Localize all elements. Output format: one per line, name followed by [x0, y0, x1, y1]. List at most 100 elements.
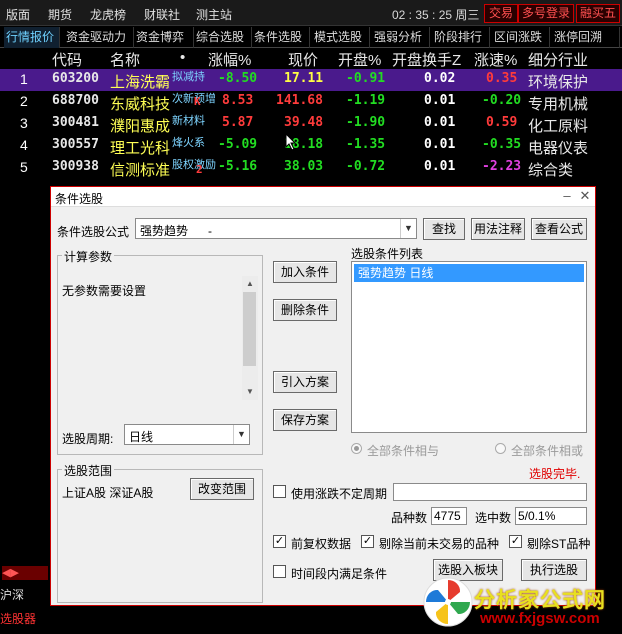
delete-condition-button[interactable]: 删除条件 [273, 299, 337, 321]
selected-value: 5/0.1% [515, 507, 587, 525]
row-index: 5 [20, 159, 28, 175]
skip-st-label: 剔除ST品种 [527, 537, 591, 551]
row-index: 2 [20, 93, 28, 109]
col-name[interactable]: 名称 [110, 49, 140, 69]
col-speed[interactable]: 涨速% [474, 49, 517, 69]
skip-suspended-checkbox[interactable]: ✓ [361, 535, 374, 548]
tab-strength-analysis[interactable]: 强弱分析 [372, 27, 430, 48]
price: 38.03 [284, 159, 324, 174]
formula-label: 条件选股公式 [57, 225, 130, 239]
condition-list[interactable]: 强势趋势 日线 [351, 261, 587, 433]
open-pct: -0.91 [346, 71, 386, 86]
stock-mark: 2 [196, 163, 203, 176]
no-params-text: 无参数需要设置 [62, 284, 147, 298]
tab-fund-drive[interactable]: 资金驱动力 [64, 27, 134, 48]
stock-name: 上海洗霸 [110, 74, 171, 91]
formula-select[interactable]: 强势趋势 - ▼ [135, 218, 417, 239]
period-select[interactable]: 日线 ▼ [124, 424, 250, 445]
uncertain-period-checkbox[interactable] [273, 485, 286, 498]
menu-item-cls[interactable]: 财联社 [144, 6, 180, 23]
pinwheel-logo-icon [423, 577, 473, 627]
tab-fund-game[interactable]: 资金博弈 [134, 27, 194, 48]
import-plan-button[interactable]: 引入方案 [273, 371, 337, 393]
stock-code: 300557 [52, 137, 99, 152]
speed: -0.35 [482, 137, 522, 152]
row-index: 3 [20, 115, 28, 131]
market-label: 沪深 [0, 588, 25, 602]
clock: 02 : 35 : 25 周三 [392, 8, 480, 22]
col-price[interactable]: 现价 [288, 49, 318, 69]
table-row[interactable]: 4 300557 理工光科 烽火系 -5.09 18.18 -1.35 0.01… [0, 135, 622, 157]
menu-item-futures[interactable]: 期货 [48, 6, 72, 23]
in-period-label: 时间段内满足条件 [291, 567, 388, 581]
prev-adjust-checkbox[interactable]: ✓ [273, 535, 286, 548]
stock-name: 理工光科 [110, 140, 171, 157]
all-and-label: 全部条件相与 [367, 444, 440, 458]
tab-combo-select[interactable]: 综合选股 [194, 27, 252, 48]
stock-name: 濮阳惠成 [110, 118, 171, 135]
change-pct: 5.87 [222, 115, 254, 130]
tab-quotes[interactable]: 行情报价 [4, 27, 60, 48]
nav-arrows[interactable]: ◀▶ [2, 566, 48, 580]
stock-picker-label: 选股器 [0, 612, 37, 626]
tab-range-change[interactable]: 区间涨跌 [492, 27, 550, 48]
range-value: 上证A股 深证A股 [62, 486, 154, 500]
speed: 0.35 [486, 71, 518, 86]
tab-condition-select[interactable]: 条件选股 [252, 27, 310, 48]
usage-note-button[interactable]: 用法注释 [471, 218, 525, 240]
stock-tag: 新材料 [172, 115, 205, 127]
scroll-down-icon[interactable]: ▼ [242, 384, 258, 400]
list-item[interactable]: 强势趋势 日线 [354, 264, 584, 282]
col-open-pct[interactable]: 开盘% [338, 49, 381, 69]
stock-mark: K [194, 95, 201, 108]
menu-item-layout[interactable]: 版面 [6, 6, 30, 23]
in-period-checkbox[interactable] [273, 565, 286, 578]
all-and-radio[interactable] [351, 443, 362, 454]
col-industry[interactable]: 细分行业 [528, 49, 588, 69]
skip-st-checkbox[interactable]: ✓ [509, 535, 522, 548]
chevron-down-icon[interactable]: ▼ [233, 425, 249, 444]
save-plan-button[interactable]: 保存方案 [273, 409, 337, 431]
skip-suspended-label: 剔除当前未交易的品种 [379, 537, 500, 551]
col-change-pct[interactable]: 涨幅% [208, 49, 251, 69]
open-turnover: 0.01 [424, 115, 456, 130]
trade-button[interactable]: 交易 [484, 4, 518, 23]
scroll-up-icon[interactable]: ▲ [242, 276, 258, 292]
find-button[interactable]: 查找 [423, 218, 465, 240]
view-formula-button[interactable]: 查看公式 [531, 218, 587, 240]
menu-item-test-station[interactable]: 测主站 [196, 6, 232, 23]
minimize-icon[interactable]: – [559, 188, 575, 203]
period-value: 日线 [129, 430, 154, 444]
price: 141.68 [276, 93, 323, 108]
function-tabs: 行情报价 资金驱动力 资金博弈 综合选股 条件选股 模式选股 强弱分析 阶段排行… [0, 27, 622, 48]
tab-pattern-select[interactable]: 模式选股 [312, 27, 370, 48]
margin-buy-button[interactable]: 融买五 [576, 4, 620, 23]
price: 17.11 [284, 71, 324, 86]
watermark-url: www.fxjgsw.com [480, 610, 600, 627]
stock-name: 信测标准 [110, 162, 171, 179]
table-row[interactable]: 3 300481 濮阳惠成 新材料 5.87 39.48 -1.90 0.01 … [0, 113, 622, 135]
stock-code: 300481 [52, 115, 99, 130]
scroll-thumb[interactable] [243, 292, 256, 366]
col-code[interactable]: 代码 [52, 49, 82, 69]
table-row[interactable]: 5 300938 信测标准 股权激励 2 -5.16 38.03 -0.72 0… [0, 157, 622, 179]
table-row[interactable]: 2 688700 东威科技 次新预增 K 8.53 141.68 -1.19 0… [0, 91, 622, 113]
col-open-turnover[interactable]: 开盘换手Z [392, 49, 461, 69]
add-condition-button[interactable]: 加入条件 [273, 261, 337, 283]
multi-login-button[interactable]: 多号登录 [518, 4, 574, 23]
row-index: 1 [20, 71, 28, 87]
tab-stage-ranking[interactable]: 阶段排行 [432, 27, 490, 48]
uncertain-period-input[interactable] [393, 483, 587, 501]
all-or-radio[interactable] [495, 443, 506, 454]
params-scrollbar[interactable]: ▲ ▼ [242, 276, 258, 400]
chevron-down-icon[interactable]: ▼ [400, 219, 416, 238]
tab-limit-review[interactable]: 涨停回溯 [552, 27, 620, 48]
menu-item-dragon-tiger[interactable]: 龙虎榜 [90, 6, 126, 23]
table-row[interactable]: 1 603200 上海洗霸 拟减持 -8.50 17.11 -0.91 0.02… [0, 69, 622, 91]
change-range-button[interactable]: 改变范围 [190, 478, 254, 500]
close-icon[interactable]: ✕ [577, 188, 593, 204]
calc-params-label: 计算参数 [62, 248, 115, 265]
open-pct: -0.72 [346, 159, 386, 174]
open-turnover: 0.01 [424, 93, 456, 108]
price: 39.48 [284, 115, 324, 130]
